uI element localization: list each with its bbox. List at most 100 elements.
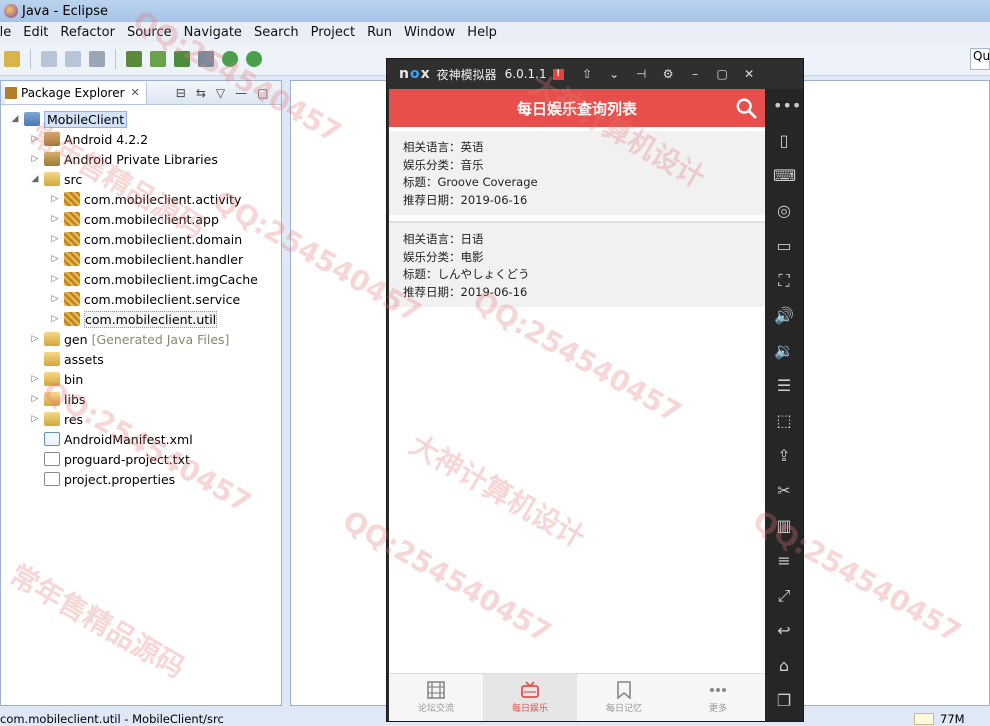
file-icon xyxy=(44,472,60,486)
menu-refactor[interactable]: Refactor xyxy=(54,25,121,40)
tree-item[interactable]: ▷ Android 4.2.2 xyxy=(1,129,281,149)
folder-icon xyxy=(44,172,60,186)
recent-apps-icon[interactable]: ❐ xyxy=(773,690,795,712)
volume-up-icon[interactable]: 🔊 xyxy=(773,305,795,327)
multi-touch-icon[interactable]: ⬚ xyxy=(773,410,795,432)
print-icon[interactable] xyxy=(89,50,105,67)
tree-item[interactable]: AndroidManifest.xml xyxy=(1,429,281,449)
screen-icon[interactable]: ▭ xyxy=(773,235,795,257)
run-last-icon[interactable] xyxy=(246,50,262,67)
tree-item[interactable]: project.properties xyxy=(1,469,281,489)
apk-install-icon[interactable]: ⇪ xyxy=(773,445,795,467)
menu-icon[interactable]: ≡ xyxy=(773,550,795,572)
phone-screen: 每日娱乐查询列表 相关语言：英语 娱乐分类：音乐 标题：Groove Cover… xyxy=(389,89,765,721)
tree-item[interactable]: ▷ com.mobileclient.app xyxy=(1,209,281,229)
avd-manager-icon[interactable] xyxy=(150,50,166,67)
tree-item[interactable]: ▷ libs xyxy=(1,389,281,409)
new-icon[interactable] xyxy=(4,50,20,67)
upload-icon[interactable]: ⇧ xyxy=(574,67,601,81)
quick-access-input[interactable]: Qu xyxy=(970,48,990,70)
list-item[interactable]: 相关语言：日语 娱乐分类：电影 标题：しんやしょくどう 推荐日期：2019-06… xyxy=(389,221,765,307)
tree-item[interactable]: ▷ Android Private Libraries xyxy=(1,149,281,169)
pin-icon[interactable]: ⊣ xyxy=(628,67,655,81)
tree-item[interactable]: ◢ src xyxy=(1,169,281,189)
location-icon[interactable]: ◎ xyxy=(773,200,795,222)
collapsed-arrow-icon[interactable]: ▷ xyxy=(29,374,41,384)
volume-down-icon[interactable]: 🔉 xyxy=(773,340,795,362)
tree-item-label: proguard-project.txt xyxy=(64,451,190,467)
more-icon[interactable]: ••• xyxy=(773,95,801,117)
tree-item[interactable]: ▷ res xyxy=(1,409,281,429)
keyboard-icon[interactable]: ⌨ xyxy=(773,165,796,187)
menu-search[interactable]: Search xyxy=(248,25,305,40)
expanded-arrow-icon[interactable]: ◢ xyxy=(9,114,21,124)
save-icon[interactable] xyxy=(41,50,57,67)
collapse-all-icon[interactable]: ⊟ xyxy=(176,86,186,100)
maximize-icon[interactable]: ▢ xyxy=(257,86,268,100)
menu-edit[interactable]: Edit xyxy=(17,25,54,40)
nav-forum[interactable]: 论坛交流 xyxy=(389,674,483,721)
tree-item[interactable]: ▷ com.mobileclient.service xyxy=(1,289,281,309)
maximize-icon[interactable]: ▢ xyxy=(709,67,736,81)
collapsed-arrow-icon[interactable]: ▷ xyxy=(49,274,61,284)
menu-project[interactable]: Project xyxy=(305,25,361,40)
collapsed-arrow-icon[interactable]: ▷ xyxy=(29,394,41,404)
view-menu-icon[interactable]: ▽ xyxy=(216,86,225,100)
collapsed-arrow-icon[interactable]: ▷ xyxy=(49,214,61,224)
tree-item[interactable]: ▷ bin xyxy=(1,369,281,389)
collapsed-arrow-icon[interactable]: ▷ xyxy=(49,254,61,264)
toolbar-icon[interactable]: ☰ xyxy=(773,375,795,397)
tree-item[interactable]: ▷ com.mobileclient.domain xyxy=(1,229,281,249)
lint-icon[interactable] xyxy=(174,50,190,67)
nav-memory[interactable]: 每日记忆 xyxy=(577,674,671,721)
package-explorer-tab[interactable]: Package Explorer ✕ xyxy=(5,81,147,104)
tree-item[interactable]: ▷ com.mobileclient.util xyxy=(1,309,281,329)
minimize-icon[interactable]: — xyxy=(235,86,247,100)
collapsed-arrow-icon[interactable]: ▷ xyxy=(29,334,41,344)
collapsed-arrow-icon[interactable]: ▷ xyxy=(49,234,61,244)
close-icon[interactable]: ✕ xyxy=(131,86,140,99)
multi-instance-icon[interactable]: ▥ xyxy=(773,515,795,537)
debug-icon[interactable] xyxy=(198,50,214,67)
home-icon[interactable]: ⌂ xyxy=(773,655,795,677)
collapsed-arrow-icon[interactable]: ▷ xyxy=(49,194,61,204)
menu-window[interactable]: Window xyxy=(398,25,461,40)
chevron-down-icon[interactable]: ⌄ xyxy=(601,67,628,81)
tree-item[interactable]: ▷ com.mobileclient.imgCache xyxy=(1,269,281,289)
collapsed-arrow-icon[interactable]: ▷ xyxy=(29,414,41,424)
tree-item[interactable]: ▷ com.mobileclient.activity xyxy=(1,189,281,209)
menu-help[interactable]: Help xyxy=(461,25,503,40)
tree-item[interactable]: ◢ MobileClient xyxy=(1,109,281,129)
back-icon[interactable]: ↩ xyxy=(773,620,795,642)
tree-item[interactable]: proguard-project.txt xyxy=(1,449,281,469)
tree-item[interactable]: ▷ gen [Generated Java Files] xyxy=(1,329,281,349)
expanded-arrow-icon[interactable]: ◢ xyxy=(29,174,41,184)
fullscreen-icon[interactable]: ⛶ xyxy=(773,270,795,292)
save-all-icon[interactable] xyxy=(65,50,81,67)
menu-navigate[interactable]: Navigate xyxy=(178,25,248,40)
resize-icon[interactable]: ⤢ xyxy=(773,585,795,607)
trash-icon[interactable] xyxy=(914,713,934,725)
menu-run[interactable]: Run xyxy=(361,25,398,40)
sdk-manager-icon[interactable] xyxy=(126,50,142,67)
collapsed-arrow-icon[interactable]: ▷ xyxy=(29,154,41,164)
link-editor-icon[interactable]: ⇆ xyxy=(196,86,206,100)
tree-item[interactable]: ▷ com.mobileclient.handler xyxy=(1,249,281,269)
minimize-icon[interactable]: – xyxy=(682,67,709,81)
menu-source[interactable]: Source xyxy=(121,25,178,40)
run-icon[interactable] xyxy=(222,50,238,67)
list-item[interactable]: 相关语言：英语 娱乐分类：音乐 标题：Groove Coverage 推荐日期：… xyxy=(389,131,765,215)
collapsed-arrow-icon[interactable]: ▷ xyxy=(29,134,41,144)
settings-icon[interactable]: ⚙ xyxy=(655,67,682,81)
collapsed-arrow-icon[interactable]: ▷ xyxy=(49,294,61,304)
nav-entertainment[interactable]: 每日娱乐 xyxy=(483,674,577,721)
shake-icon[interactable]: ▯ xyxy=(773,130,795,152)
menu-file[interactable]: ile xyxy=(0,25,17,40)
notification-badge[interactable]: ! xyxy=(552,68,564,80)
screenshot-icon[interactable]: ✂ xyxy=(773,480,795,502)
nav-more[interactable]: 更多 xyxy=(671,674,765,721)
collapsed-arrow-icon[interactable]: ▷ xyxy=(49,314,61,324)
tree-item[interactable]: assets xyxy=(1,349,281,369)
search-icon[interactable] xyxy=(735,97,757,119)
close-icon[interactable]: ✕ xyxy=(736,67,763,81)
